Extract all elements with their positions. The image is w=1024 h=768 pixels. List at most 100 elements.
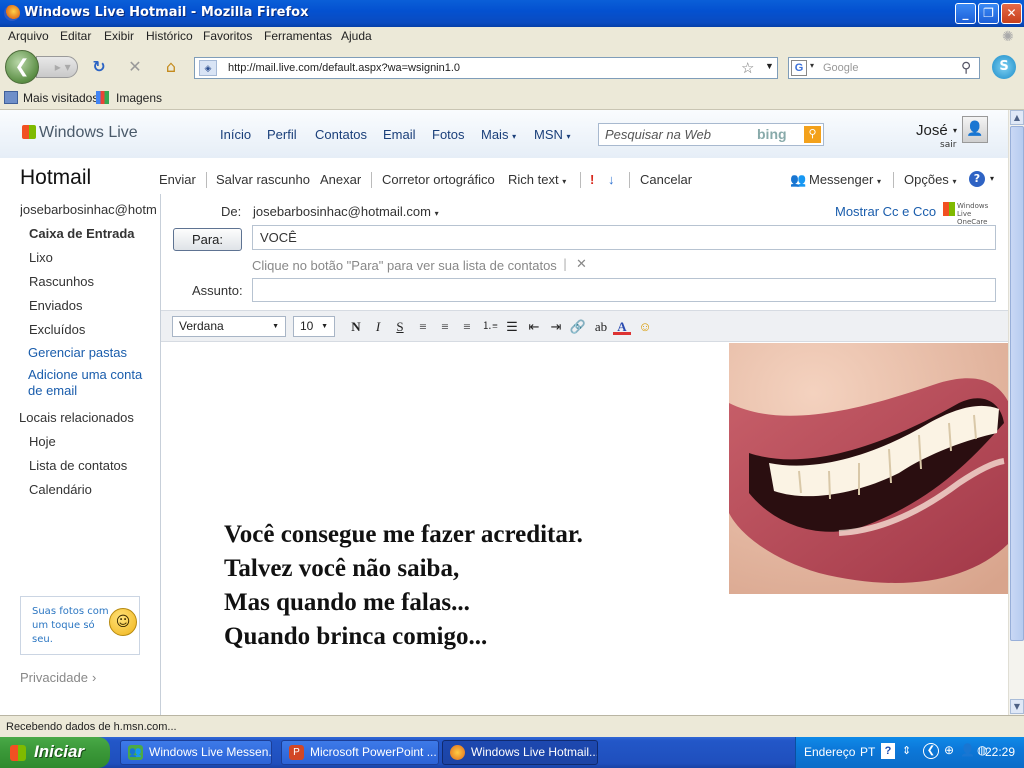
address-bar[interactable]: ◈ http://mail.live.com/default.aspx?wa=w… <box>194 57 778 79</box>
bookmark-imagens[interactable]: Imagens <box>116 91 162 105</box>
sidebar-item-rascunhos[interactable]: Rascunhos <box>29 274 94 289</box>
indent-icon[interactable]: ⇥ <box>547 319 565 335</box>
help-chevron-icon[interactable]: ▾ <box>990 174 994 183</box>
menu-arquivo[interactable]: Arquivo <box>8 29 49 43</box>
nav-email[interactable]: Email <box>383 127 416 142</box>
vertical-scrollbar[interactable]: ▲ ▼ <box>1008 110 1024 715</box>
options-dropdown[interactable]: Opções ▾ <box>904 172 956 187</box>
bookmark-star-icon[interactable]: ☆ <box>741 59 754 77</box>
sidebar-item-calendario[interactable]: Calendário <box>29 482 92 497</box>
nav-msn[interactable]: MSN ▾ <box>534 127 571 142</box>
low-priority-icon[interactable]: ↓ <box>608 172 615 187</box>
show-cc-bcc-link[interactable]: Mostrar Cc e Cco <box>835 204 936 219</box>
web-search-input[interactable]: Pesquisar na Web bing ⚲ <box>598 123 824 146</box>
menu-editar[interactable]: Editar <box>60 29 91 43</box>
bullet-list-icon[interactable]: ☰ <box>503 319 521 335</box>
nav-perfil[interactable]: Perfil <box>267 127 297 142</box>
scroll-thumb[interactable] <box>1010 126 1024 641</box>
help-icon[interactable]: ? <box>881 743 895 759</box>
signout-link[interactable]: sair <box>940 140 956 150</box>
nav-inicio[interactable]: Início <box>220 127 251 142</box>
menu-ferramentas[interactable]: Ferramentas <box>264 29 332 43</box>
highlight-icon[interactable]: ab <box>592 319 610 335</box>
search-box[interactable]: G ▾ Google ⚲ <box>788 57 980 79</box>
sidebar-item-lixo[interactable]: Lixo <box>29 250 53 265</box>
sidebar-item-inbox[interactable]: Caixa de Entrada <box>29 226 135 241</box>
privacy-link[interactable]: Privacidade <box>20 670 88 685</box>
network-icon[interactable]: ⊕ <box>944 743 954 757</box>
add-account-link[interactable]: Adicione uma conta de email <box>28 367 153 399</box>
skype-icon[interactable]: S <box>992 55 1016 79</box>
menu-ajuda[interactable]: Ajuda <box>341 29 372 43</box>
engine-dropdown-icon[interactable]: ▾ <box>810 61 814 70</box>
forward-button[interactable]: ▸ ▾ <box>36 56 78 78</box>
user-menu-chevron-icon[interactable]: ▾ <box>953 126 957 135</box>
task-powerpoint[interactable]: P Microsoft PowerPoint ... <box>281 740 439 765</box>
underline-button[interactable]: S <box>391 319 409 335</box>
sidebar-item-enviados[interactable]: Enviados <box>29 298 82 313</box>
messenger-dropdown[interactable]: Messenger ▾ <box>809 172 881 187</box>
windows-live-logo[interactable]: Windows Live <box>22 124 138 142</box>
address-dropdown-icon[interactable]: ▼ <box>765 61 774 71</box>
reload-icon[interactable]: ↻ <box>89 57 109 77</box>
close-hint-icon[interactable]: ✕ <box>576 257 587 272</box>
sidebar-item-hoje[interactable]: Hoje <box>29 434 56 449</box>
from-select[interactable]: josebarbosinhac@hotmail.com ▾ <box>253 204 439 219</box>
menu-exibir[interactable]: Exibir <box>104 29 134 43</box>
scroll-up-icon[interactable]: ▲ <box>1010 110 1024 125</box>
home-icon[interactable]: ⌂ <box>161 57 181 77</box>
align-center-icon[interactable]: ≡ <box>436 319 454 335</box>
message-body[interactable]: Você consegue me fazer acreditar. Talvez… <box>161 343 1008 715</box>
menu-favoritos[interactable]: Favoritos <box>203 29 252 43</box>
close-button[interactable]: ✕ <box>1001 3 1022 24</box>
promo-banner[interactable]: Suas fotos com um toque só seu. ☺ <box>20 596 140 655</box>
rich-text-dropdown[interactable]: Rich text ▾ <box>508 172 566 187</box>
to-field[interactable]: VOCÊ <box>252 225 996 250</box>
web-search-icon[interactable]: ⚲ <box>804 126 821 143</box>
manage-folders-link[interactable]: Gerenciar pastas <box>28 345 127 360</box>
user-name[interactable]: José <box>916 122 948 139</box>
outdent-icon[interactable]: ⇤ <box>525 319 543 335</box>
font-color-button[interactable]: A <box>613 319 631 335</box>
numbered-list-icon[interactable]: ⒈≡ <box>481 319 499 335</box>
nav-mais[interactable]: Mais ▾ <box>481 127 516 142</box>
sidebar-item-contatos[interactable]: Lista de contatos <box>29 458 127 473</box>
messenger-tray-icon[interactable]: 👤 <box>960 743 975 757</box>
send-button[interactable]: Enviar <box>159 172 196 187</box>
bold-button[interactable]: N <box>347 319 365 335</box>
tray-expand-icon[interactable]: ❮ <box>923 743 939 759</box>
nav-fotos[interactable]: Fotos <box>432 127 465 142</box>
minimize-button[interactable]: _ <box>955 3 976 24</box>
avatar[interactable]: 👤 <box>962 116 988 143</box>
align-right-icon[interactable]: ≡ <box>458 319 476 335</box>
align-left-icon[interactable]: ≡ <box>414 319 432 335</box>
font-family-select[interactable]: Verdana ▼ <box>172 316 286 337</box>
save-draft-button[interactable]: Salvar rascunho <box>216 172 310 187</box>
search-icon[interactable]: ⚲ <box>961 59 971 76</box>
maximize-button[interactable]: ❐ <box>978 3 999 24</box>
sidebar-item-excluidos[interactable]: Excluídos <box>29 322 85 337</box>
scroll-down-icon[interactable]: ▼ <box>1010 699 1024 714</box>
task-messenger[interactable]: 👥 Windows Live Messen... <box>120 740 272 765</box>
account-name[interactable]: josebarbosinhac@hotm <box>20 202 156 217</box>
stop-icon[interactable]: ✕ <box>125 57 145 77</box>
font-size-select[interactable]: 10 ▼ <box>293 316 335 337</box>
help-icon[interactable]: ? <box>969 171 985 187</box>
site-identity-icon[interactable]: ◈ <box>199 60 217 76</box>
start-button[interactable]: Iniciar <box>0 737 110 768</box>
hotmail-title[interactable]: Hotmail <box>20 166 91 190</box>
cancel-button[interactable]: Cancelar <box>640 172 692 187</box>
spellcheck-button[interactable]: Corretor ortográfico <box>382 172 495 187</box>
address-toolbar-label[interactable]: Endereço <box>804 745 855 759</box>
nav-contatos[interactable]: Contatos <box>315 127 367 142</box>
emoticon-icon[interactable]: ☺ <box>636 319 654 335</box>
menu-historico[interactable]: Histórico <box>146 29 193 43</box>
task-hotmail[interactable]: Windows Live Hotmail... <box>442 740 598 765</box>
language-indicator[interactable]: PT <box>860 745 875 759</box>
search-engine-icon[interactable]: G <box>791 60 807 76</box>
high-priority-icon[interactable]: ! <box>590 172 594 187</box>
bookmark-mais-visitados[interactable]: Mais visitados <box>23 91 98 105</box>
italic-button[interactable]: I <box>369 319 387 335</box>
subject-field[interactable] <box>252 278 996 302</box>
tray-arrows-icon[interactable]: ⇕ <box>902 744 911 757</box>
